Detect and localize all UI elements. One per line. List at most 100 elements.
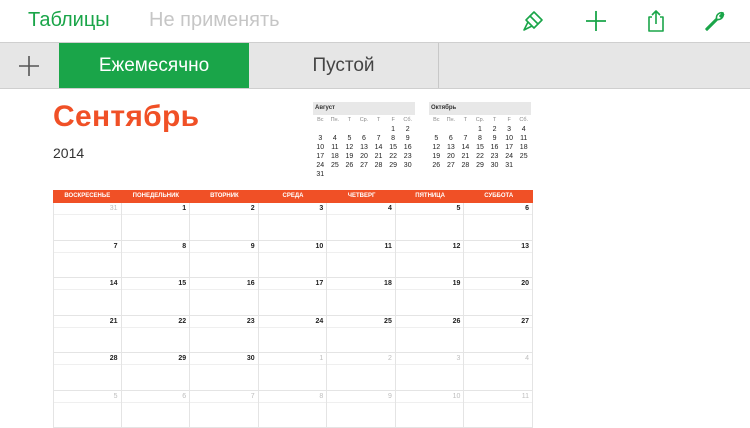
mini-day: 29 xyxy=(473,161,488,170)
mini-day xyxy=(444,125,459,134)
mini-day: 6 xyxy=(444,134,459,143)
cell-divider xyxy=(396,252,464,253)
weekday-header: ВОСКРЕСЕНЬЕ xyxy=(53,190,122,203)
calendar-day-cell[interactable]: 16 xyxy=(190,278,259,316)
calendar-day-cell[interactable]: 31 xyxy=(53,203,122,241)
mini-day: 23 xyxy=(400,152,415,161)
calendar-day-cell[interactable]: 29 xyxy=(122,353,191,391)
day-number: 5 xyxy=(457,205,461,212)
calendar-day-cell[interactable]: 28 xyxy=(53,353,122,391)
mini-day xyxy=(371,125,386,134)
calendar-day-cell[interactable]: 7 xyxy=(190,391,259,428)
cell-divider xyxy=(464,327,532,328)
tab-blank[interactable]: Пустой xyxy=(249,43,439,88)
calendar-day-cell[interactable]: 23 xyxy=(190,316,259,354)
calendar-day-cell[interactable]: 12 xyxy=(396,241,465,279)
mini-day: 28 xyxy=(371,161,386,170)
day-number: 29 xyxy=(178,355,186,362)
add-sheet-button[interactable] xyxy=(0,43,58,88)
mini-day xyxy=(328,125,343,134)
back-to-spreadsheets-button[interactable]: Таблицы xyxy=(28,9,110,32)
mini-day xyxy=(313,125,328,134)
calendar-day-cell[interactable]: 2 xyxy=(327,353,396,391)
calendar-day-cell[interactable]: 8 xyxy=(122,241,191,279)
calendar-day-cell[interactable]: 10 xyxy=(396,391,465,428)
mini-weekday-label: Т xyxy=(458,116,473,125)
cell-divider xyxy=(327,289,395,290)
calendar-day-cell[interactable]: 15 xyxy=(122,278,191,316)
mini-weekday-label: Вс xyxy=(313,116,328,125)
calendar-day-cell[interactable]: 5 xyxy=(396,203,465,241)
day-number: 10 xyxy=(315,243,323,250)
day-number: 19 xyxy=(453,280,461,287)
mini-weekday-label: Ср. xyxy=(357,116,372,125)
calendar-day-cell[interactable]: 9 xyxy=(327,391,396,428)
calendar-day-cell[interactable]: 1 xyxy=(122,203,191,241)
mini-calendar-grid: ВсПн.ТСр.ТFСб.12345678910111213141516171… xyxy=(313,116,415,179)
calendar-day-cell[interactable]: 3 xyxy=(259,203,328,241)
calendar-day-cell[interactable]: 6 xyxy=(122,391,191,428)
calendar-day-cell[interactable]: 6 xyxy=(464,203,533,241)
day-number: 3 xyxy=(457,355,461,362)
cell-divider xyxy=(54,364,121,365)
calendar-day-cell[interactable]: 11 xyxy=(464,391,533,428)
cell-divider xyxy=(122,214,190,215)
calendar-day-cell[interactable]: 11 xyxy=(327,241,396,279)
calendar-day-cell[interactable]: 17 xyxy=(259,278,328,316)
mini-day: 2 xyxy=(487,125,502,134)
day-number: 3 xyxy=(319,205,323,212)
day-number: 26 xyxy=(453,318,461,325)
calendar-day-cell[interactable]: 10 xyxy=(259,241,328,279)
mini-weekday-label: F xyxy=(502,116,517,125)
day-number: 7 xyxy=(251,393,255,400)
calendar-day-cell[interactable]: 21 xyxy=(53,316,122,354)
calendar-day-cell[interactable]: 30 xyxy=(190,353,259,391)
cell-divider xyxy=(54,252,121,253)
calendar-day-cell[interactable]: 19 xyxy=(396,278,465,316)
cell-divider xyxy=(190,252,258,253)
calendar-day-cell[interactable]: 5 xyxy=(53,391,122,428)
day-number: 10 xyxy=(453,393,461,400)
tab-monthly[interactable]: Ежемесячно xyxy=(59,43,249,88)
calendar-day-cell[interactable]: 9 xyxy=(190,241,259,279)
mini-day: 8 xyxy=(386,134,401,143)
undo-button[interactable]: Не применять xyxy=(149,9,280,32)
calendar-day-cell[interactable]: 27 xyxy=(464,316,533,354)
calendar-day-cell[interactable]: 24 xyxy=(259,316,328,354)
cell-divider xyxy=(259,364,327,365)
calendar-day-cell[interactable]: 7 xyxy=(53,241,122,279)
calendar-day-cell[interactable]: 26 xyxy=(396,316,465,354)
calendar-day-cell[interactable]: 20 xyxy=(464,278,533,316)
day-number: 4 xyxy=(525,355,529,362)
calendar-day-cell[interactable]: 4 xyxy=(327,203,396,241)
share-icon[interactable] xyxy=(643,8,669,34)
calendar-day-cell[interactable]: 2 xyxy=(190,203,259,241)
mini-day: 18 xyxy=(328,152,343,161)
calendar-day-cell[interactable]: 18 xyxy=(327,278,396,316)
mini-day: 12 xyxy=(342,143,357,152)
mini-day: 16 xyxy=(400,143,415,152)
cell-divider xyxy=(190,327,258,328)
calendar-day-cell[interactable]: 14 xyxy=(53,278,122,316)
calendar-day-cell[interactable]: 1 xyxy=(259,353,328,391)
calendar-table[interactable]: ВОСКРЕСЕНЬЕПОНЕДЕЛЬНИКВТОРНИКСРЕДАЧЕТВЕР… xyxy=(53,190,533,428)
mini-weekday-label: Т xyxy=(342,116,357,125)
calendar-day-cell[interactable]: 8 xyxy=(259,391,328,428)
cell-divider xyxy=(396,289,464,290)
mini-day: 26 xyxy=(429,161,444,170)
cell-divider xyxy=(327,402,395,403)
wrench-icon[interactable] xyxy=(702,8,728,34)
mini-calendar-october[interactable]: Октябрь ВсПн.ТСр.ТFСб.123456789101112131… xyxy=(429,102,531,170)
mini-day: 2 xyxy=(400,125,415,134)
day-number: 27 xyxy=(521,318,529,325)
mini-day xyxy=(342,125,357,134)
calendar-day-cell[interactable]: 25 xyxy=(327,316,396,354)
calendar-day-cell[interactable]: 4 xyxy=(464,353,533,391)
mini-day: 30 xyxy=(487,161,502,170)
calendar-day-cell[interactable]: 3 xyxy=(396,353,465,391)
paintbrush-icon[interactable] xyxy=(520,8,546,34)
plus-icon[interactable] xyxy=(583,8,609,34)
calendar-day-cell[interactable]: 13 xyxy=(464,241,533,279)
mini-calendar-august[interactable]: Август ВсПн.ТСр.ТFСб.1234567891011121314… xyxy=(313,102,415,179)
calendar-day-cell[interactable]: 22 xyxy=(122,316,191,354)
